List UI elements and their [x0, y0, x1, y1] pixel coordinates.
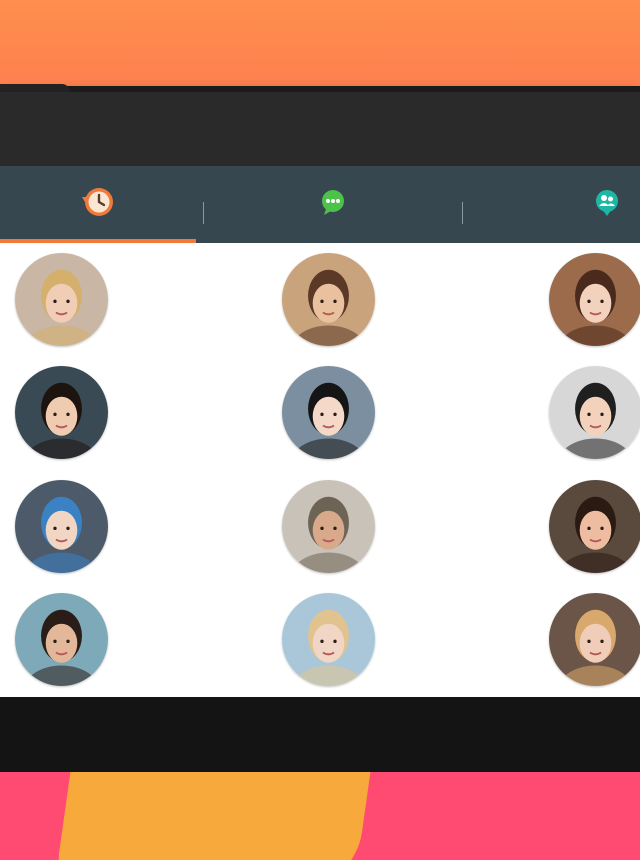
promo-banner-top: [0, 0, 640, 92]
promo-banner-bottom: [0, 772, 640, 860]
contact-avatar[interactable]: [15, 366, 108, 459]
user-avatar-photo: [282, 593, 375, 686]
user-avatar-photo: [282, 480, 375, 573]
tab-bar: [0, 166, 640, 243]
contact-avatar[interactable]: [282, 480, 375, 573]
navigation-bar: [0, 697, 640, 772]
contact-avatar[interactable]: [15, 253, 108, 346]
user-avatar-photo: [15, 253, 108, 346]
promo-shape: [53, 772, 371, 860]
contact-avatar[interactable]: [549, 366, 640, 459]
contact-avatar[interactable]: [282, 253, 375, 346]
user-avatar-photo: [549, 480, 640, 573]
user-avatar-photo: [15, 480, 108, 573]
chat-bubble-icon: [318, 187, 348, 222]
contact-avatar[interactable]: [549, 253, 640, 346]
device-edge: [0, 84, 70, 92]
contact-avatar[interactable]: [15, 593, 108, 686]
user-avatar-photo: [549, 366, 640, 459]
user-avatar-photo: [282, 253, 375, 346]
user-avatar-photo: [549, 593, 640, 686]
contact-avatar[interactable]: [282, 366, 375, 459]
tab-friends[interactable]: [463, 166, 640, 243]
contact-avatar[interactable]: [549, 593, 640, 686]
user-avatar-photo: [15, 366, 108, 459]
app-header-area: [0, 92, 640, 166]
user-avatar-photo: [282, 366, 375, 459]
clock-history-icon: [78, 184, 118, 225]
contacts-grid: [0, 243, 640, 697]
tab-chats[interactable]: [204, 166, 462, 243]
group-contacts-icon: [592, 187, 622, 222]
user-avatar-photo: [15, 593, 108, 686]
contact-avatar[interactable]: [282, 593, 375, 686]
tab-recent[interactable]: [0, 166, 196, 243]
contact-avatar[interactable]: [15, 480, 108, 573]
contact-avatar[interactable]: [549, 480, 640, 573]
user-avatar-photo: [549, 253, 640, 346]
